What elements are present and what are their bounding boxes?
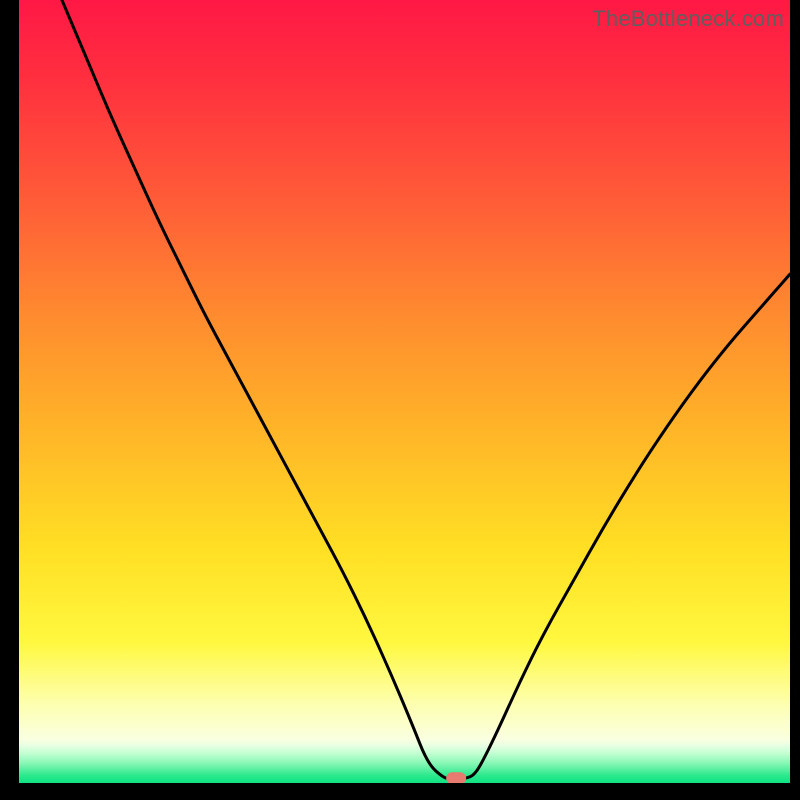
- plot-area: [19, 0, 790, 783]
- chart-frame: TheBottleneck.com: [0, 0, 800, 800]
- watermark-text: TheBottleneck.com: [592, 6, 784, 32]
- gradient-background: [19, 0, 790, 783]
- optimal-point-marker: [446, 772, 466, 783]
- bottleneck-line-chart: [19, 0, 790, 783]
